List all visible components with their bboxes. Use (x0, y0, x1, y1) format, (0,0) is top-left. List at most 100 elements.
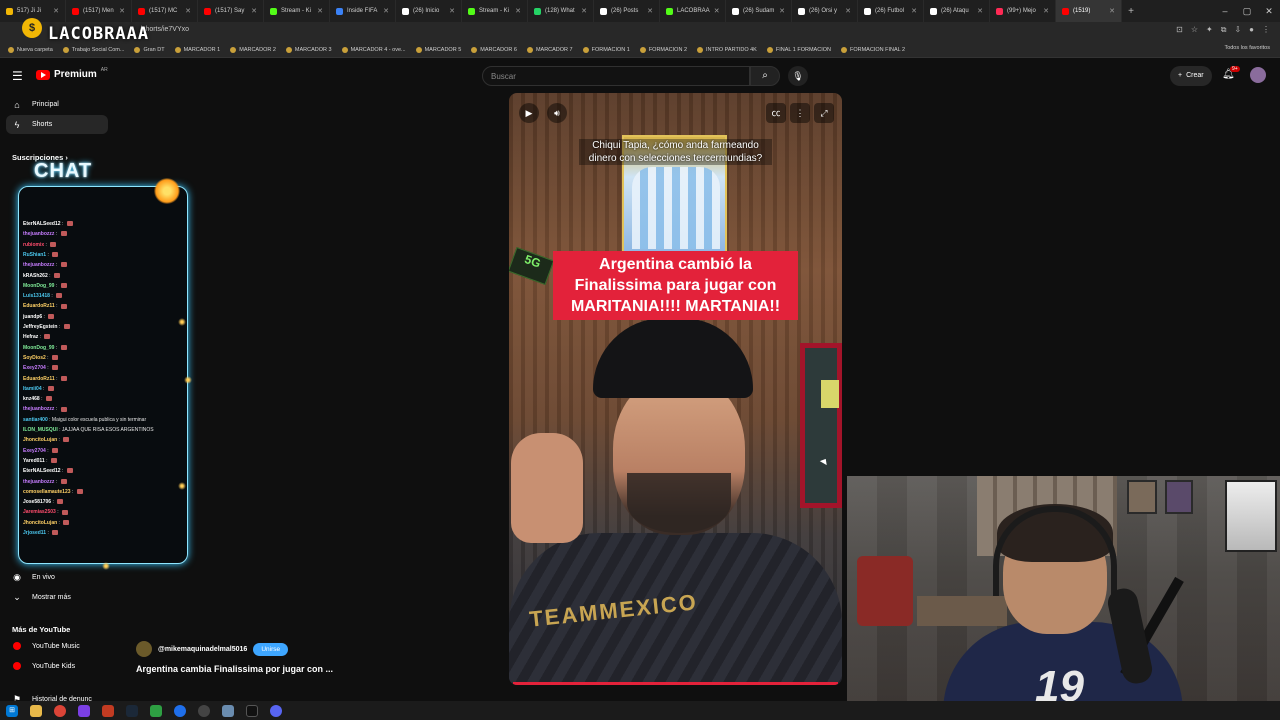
bookmark-item[interactable]: MARCADOR 7 (526, 46, 573, 53)
browser-tab[interactable]: LACOBRAA ✕ (660, 0, 726, 22)
close-tab-icon[interactable]: ✕ (449, 7, 455, 15)
bookmark-item[interactable]: FORMACION 2 (639, 46, 687, 53)
bookmark-item[interactable]: MARCADOR 4 - ove... (341, 46, 406, 53)
close-tab-icon[interactable]: ✕ (383, 7, 389, 15)
close-tab-icon[interactable]: ✕ (845, 7, 851, 15)
close-tab-icon[interactable]: ✕ (251, 7, 257, 15)
profile-icon[interactable]: ● (1249, 25, 1254, 35)
minimize-icon[interactable]: – (1214, 0, 1236, 22)
browser-tab[interactable]: (26) Ataqu ✕ (924, 0, 990, 22)
extension-icon[interactable]: ✦ (1206, 25, 1213, 35)
maximize-icon[interactable]: ▢ (1236, 0, 1258, 22)
browser-tab[interactable]: (128) What ✕ (528, 0, 594, 22)
browser-tab[interactable]: (26) Orsi y ✕ (792, 0, 858, 22)
browser-tab[interactable]: (1519) ✕ (1056, 0, 1122, 22)
channel-name[interactable]: @mikemaquinadelmal5016 (158, 646, 247, 653)
more-options-button[interactable]: ⋮ (790, 103, 810, 123)
close-tab-icon[interactable]: ✕ (911, 7, 917, 15)
edge-icon[interactable] (174, 704, 186, 717)
close-tab-icon[interactable]: ✕ (647, 7, 653, 15)
video-title[interactable]: Argentina cambia Finalissima por jugar c… (136, 664, 333, 674)
star-icon[interactable]: ☆ (1191, 25, 1198, 35)
sidebar-item-shorts[interactable]: ϟ Shorts (6, 115, 108, 134)
bookmark-item[interactable]: MARCADOR 6 (471, 46, 517, 53)
close-tab-icon[interactable]: ✕ (1043, 7, 1049, 15)
more-menu-icon[interactable]: ⋮ (1262, 25, 1270, 35)
new-tab-button[interactable]: + (1122, 6, 1140, 17)
address-bar[interactable]: /shorts/ie7VYxo ⊡ ☆ ✦ ⧉ ⇩ ● ⋮ (0, 22, 1280, 42)
captions-button[interactable]: ㏄ (766, 103, 786, 123)
arrow-app-icon[interactable] (102, 704, 114, 717)
sidebar-item-mostrar-mas[interactable]: ⌄ Mostrar más (6, 588, 108, 607)
bookmark-item[interactable]: INTRO PARTIDO 4K (697, 46, 757, 53)
bookmark-item[interactable]: FORMACION FINAL 2 (840, 46, 905, 53)
close-tab-icon[interactable]: ✕ (977, 7, 983, 15)
close-tab-icon[interactable]: ✕ (714, 7, 720, 15)
close-tab-icon[interactable]: ✕ (515, 7, 521, 15)
close-tab-icon[interactable]: ✕ (53, 7, 59, 15)
bookmark-label: MARCADOR 5 (424, 46, 462, 53)
chat-message: ILON_MUSQUI : JAJJAA QUE RISA ESOS ARGEN… (23, 427, 154, 433)
browser-tab[interactable]: Stream - Ki ✕ (462, 0, 528, 22)
bookmark-item[interactable]: MARCADOR 5 (415, 46, 462, 53)
puzzle-icon[interactable]: ⧉ (1221, 25, 1227, 35)
bookmark-item[interactable]: MARCADOR 2 (230, 46, 276, 53)
browser-tab[interactable]: Inside FIFA ✕ (330, 0, 396, 22)
fullscreen-button[interactable]: ⤢ (814, 103, 834, 123)
tab-favicon-icon (6, 7, 13, 15)
chrome-icon[interactable] (54, 704, 66, 717)
sidebar-item-en-vivo[interactable]: ◉ En vivo (6, 568, 108, 587)
install-icon[interactable]: ⊡ (1176, 25, 1183, 35)
chat-title: CHAT (34, 160, 93, 182)
windows-start-icon[interactable]: ⊞ (6, 704, 18, 717)
sidebar-item-youtube-music[interactable]: YouTube Music (6, 637, 108, 656)
file-explorer-icon[interactable] (30, 704, 42, 717)
volume-button[interactable]: 🔊︎ (547, 103, 567, 123)
browser-tab[interactable]: (26) Inicio ✕ (396, 0, 462, 22)
discord-icon[interactable] (270, 704, 282, 717)
hamburger-menu-icon[interactable]: ☰ (12, 69, 23, 83)
sidebar-item-youtube-kids[interactable]: YouTube Kids (6, 657, 108, 676)
close-tab-icon[interactable]: ✕ (1109, 7, 1115, 15)
bookmark-item[interactable]: FORMACION 1 (582, 46, 630, 53)
browser-tab[interactable]: (26) Futbol ✕ (858, 0, 924, 22)
bookmark-item[interactable]: MARCADOR 1 (174, 46, 220, 53)
green-app-icon[interactable] (150, 704, 162, 717)
close-tab-icon[interactable]: ✕ (779, 7, 785, 15)
search-input[interactable]: Buscar (482, 66, 750, 86)
download-icon[interactable]: ⇩ (1234, 25, 1241, 35)
browser-tab[interactable]: (26) Posts ✕ (594, 0, 660, 22)
app-grid-icon[interactable] (78, 704, 90, 717)
all-bookmarks-link[interactable]: Todos los favoritos (1224, 45, 1270, 51)
chevron-down-icon: ⌄ (13, 592, 21, 602)
browser-tab[interactable]: (26) Sudam ✕ (726, 0, 792, 22)
channel-avatar[interactable] (136, 641, 152, 657)
sidebar-item-principal[interactable]: ⌂ Principal (6, 95, 108, 114)
steam-icon[interactable] (126, 704, 138, 717)
account-avatar[interactable] (1250, 67, 1266, 83)
app-icon[interactable] (222, 704, 234, 717)
close-tab-icon[interactable]: ✕ (317, 7, 323, 15)
bookmark-item[interactable]: FINAL 1 FORMACION (766, 46, 831, 53)
browser-tab[interactable]: (1517) Say ✕ (198, 0, 264, 22)
video-progress-bar[interactable] (513, 682, 838, 685)
browser-tab[interactable]: (99+) Mejo ✕ (990, 0, 1056, 22)
close-tab-icon[interactable]: ✕ (581, 7, 587, 15)
create-button[interactable]: + Crear (1170, 66, 1212, 86)
voice-search-button[interactable]: 🎙︎ (788, 66, 808, 86)
sidebar-item-label: Principal (32, 101, 59, 108)
search-button[interactable]: ⌕ (750, 66, 780, 86)
close-tab-icon[interactable]: ✕ (185, 7, 191, 15)
chat-separator: : (45, 447, 50, 454)
join-button[interactable]: Unirse (253, 642, 289, 656)
youtube-logo[interactable]: Premium AR (36, 67, 108, 80)
search-icon: ⌕ (762, 70, 768, 81)
obs-icon[interactable] (198, 704, 210, 717)
shorts-video-player[interactable]: 5G TEAMMEXICO Chiqui Tapia, ¿cómo anda f… (509, 93, 842, 685)
close-tab-icon[interactable]: ✕ (119, 7, 125, 15)
play-button[interactable]: ▶ (519, 103, 539, 123)
close-window-icon[interactable]: ✕ (1258, 0, 1280, 22)
bookmark-item[interactable]: MARCADOR 3 (285, 46, 332, 53)
terminal-icon[interactable] (246, 704, 258, 717)
browser-tab[interactable]: Stream - Ki ✕ (264, 0, 330, 22)
